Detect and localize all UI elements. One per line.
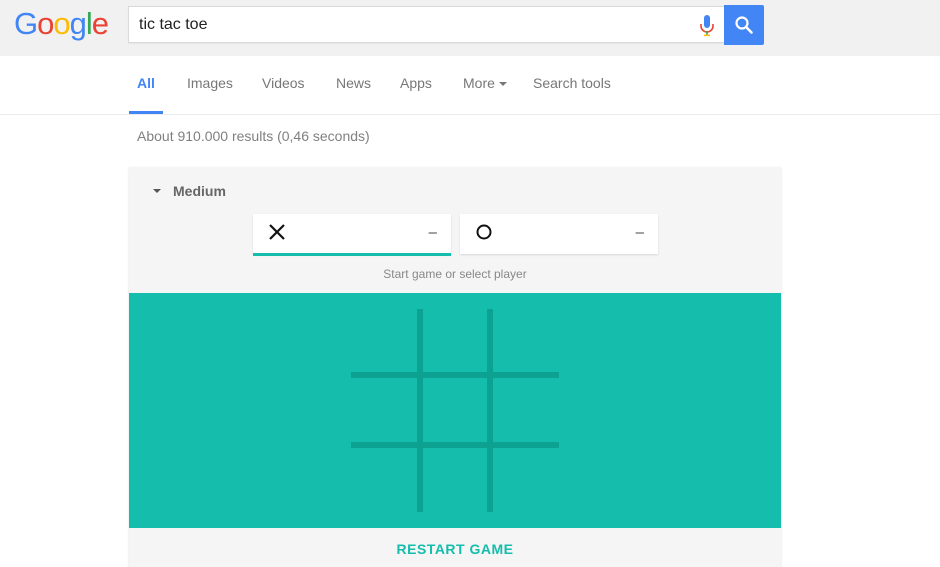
tab-apps[interactable]: Apps [400, 75, 432, 91]
tab-more-label: More [463, 75, 495, 91]
top-bar: Google tic tac toe [0, 0, 940, 57]
tab-videos[interactable]: Videos [262, 75, 305, 91]
game-hint: Start game or select player [383, 267, 527, 281]
player-x-score: – [428, 224, 437, 241]
tab-all[interactable]: All [137, 75, 155, 91]
tab-images[interactable]: Images [187, 75, 233, 91]
magnifier-icon [735, 16, 753, 34]
grid-line-horizontal-1 [351, 372, 559, 378]
player-o-score: – [635, 224, 644, 241]
caret-down-icon [153, 189, 161, 193]
tic-tac-toe-card: Medium – – Start game or select player R… [129, 167, 781, 567]
difficulty-label: Medium [173, 183, 226, 199]
google-logo[interactable]: Google [14, 6, 109, 42]
tab-search-tools[interactable]: Search tools [533, 75, 611, 91]
player-o-button[interactable]: – [460, 214, 658, 254]
logo-letter: G [14, 6, 38, 41]
tab-news[interactable]: News [336, 75, 371, 91]
grid-line-vertical-1 [417, 309, 423, 512]
search-query-text[interactable]: tic tac toe [139, 16, 207, 34]
x-mark-icon [269, 224, 285, 240]
player-x-button[interactable]: – [253, 214, 451, 256]
tab-more[interactable]: More [463, 75, 507, 91]
logo-letter: g [69, 6, 87, 41]
board-grid [351, 309, 559, 512]
game-board[interactable] [129, 293, 781, 528]
logo-letter: e [91, 6, 109, 41]
search-input[interactable]: tic tac toe [128, 6, 724, 43]
difficulty-dropdown[interactable]: Medium [153, 183, 226, 199]
logo-letter: o [53, 6, 70, 41]
search-button[interactable] [724, 5, 764, 45]
grid-line-horizontal-2 [351, 442, 559, 448]
o-mark-icon [476, 224, 492, 240]
result-stats: About 910.000 results (0,46 seconds) [137, 128, 370, 144]
search-tabs: All Images Videos News Apps More Search … [0, 56, 940, 115]
chevron-down-icon [498, 82, 507, 87]
restart-game-button[interactable]: RESTART GAME [129, 541, 781, 557]
logo-letter: o [37, 6, 54, 41]
active-tab-indicator [129, 111, 163, 114]
grid-line-vertical-2 [487, 309, 493, 512]
microphone-icon[interactable] [700, 15, 714, 37]
